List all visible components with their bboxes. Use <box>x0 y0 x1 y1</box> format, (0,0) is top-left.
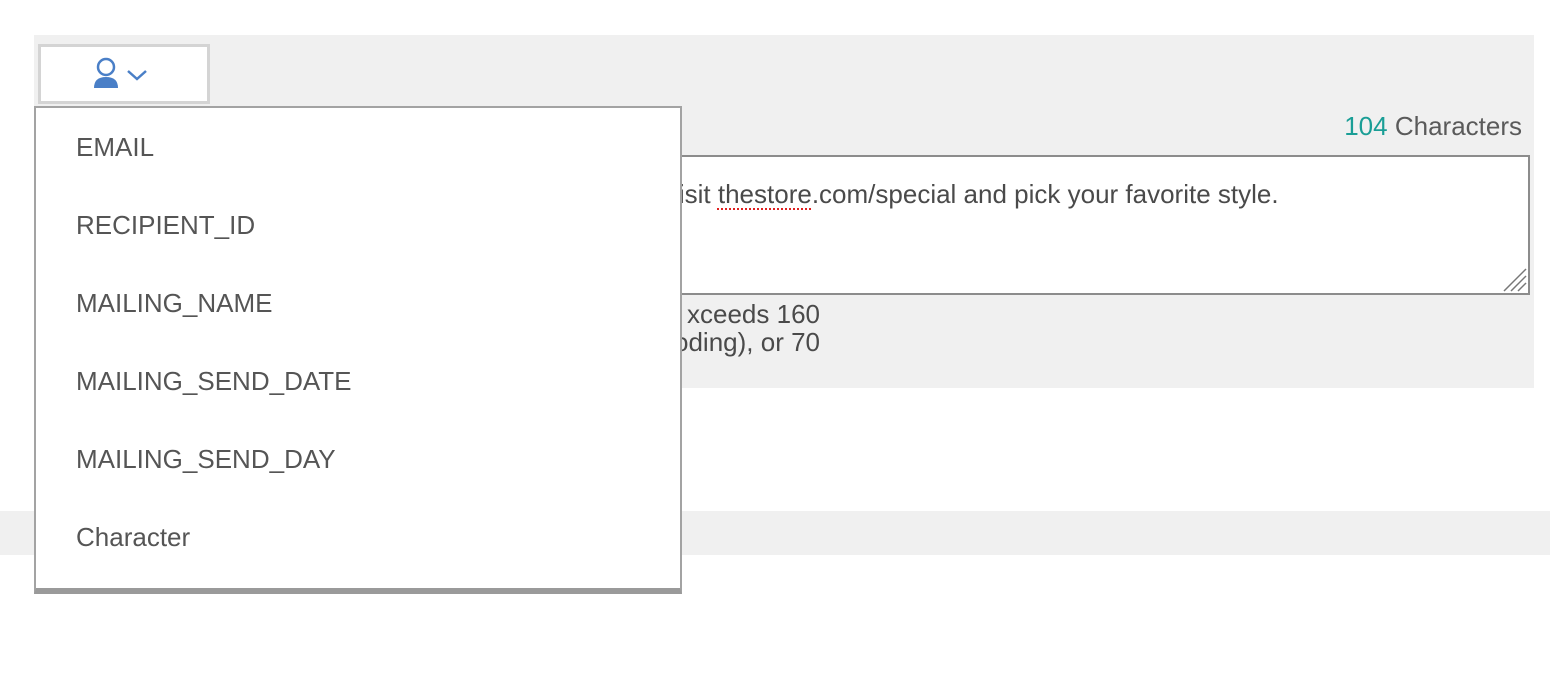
dropdown-list: EMAIL RECIPIENT_ID MAILING_NAME MAILING_SEN… <box>36 108 680 576</box>
dropdown-item-mailing-send-day[interactable]: MAILING_SEND_DAY <box>36 420 680 498</box>
dropdown-item-mailing-name[interactable]: MAILING_NAME <box>36 264 680 342</box>
message-textarea[interactable]: Visit thestore.com/special and pick your… <box>660 155 1530 295</box>
dropdown-item-character[interactable]: Character <box>36 498 680 576</box>
misspelled-word: thestore <box>717 179 812 209</box>
personalization-field-button[interactable] <box>38 44 210 104</box>
character-count-label: Characters <box>1394 111 1522 141</box>
sms-note-line-1: xceeds 160 <box>687 300 820 329</box>
resize-handle-icon[interactable] <box>1500 265 1528 293</box>
sms-note-line-2: oding), or 70 <box>674 327 820 357</box>
character-count-value: 104 <box>1344 111 1388 141</box>
sms-editor-page: 104 Characters Visit thestore.com/specia… <box>0 0 1550 694</box>
dropdown-item-recipient-id[interactable]: RECIPIENT_ID <box>36 186 680 264</box>
dropdown-item-mailing-send-date[interactable]: MAILING_SEND_DATE <box>36 342 680 420</box>
dropdown-item-email[interactable]: EMAIL <box>36 108 680 186</box>
sms-length-note: xceeds 160 oding), or 70 <box>660 300 840 362</box>
person-icon <box>94 57 147 88</box>
character-counter: 104 Characters <box>1344 111 1522 142</box>
personalization-dropdown: EMAIL RECIPIENT_ID MAILING_NAME MAILING_SEN… <box>34 106 682 594</box>
chevron-down-icon <box>127 70 147 81</box>
message-text: Visit thestore.com/special and pick your… <box>662 179 1279 209</box>
